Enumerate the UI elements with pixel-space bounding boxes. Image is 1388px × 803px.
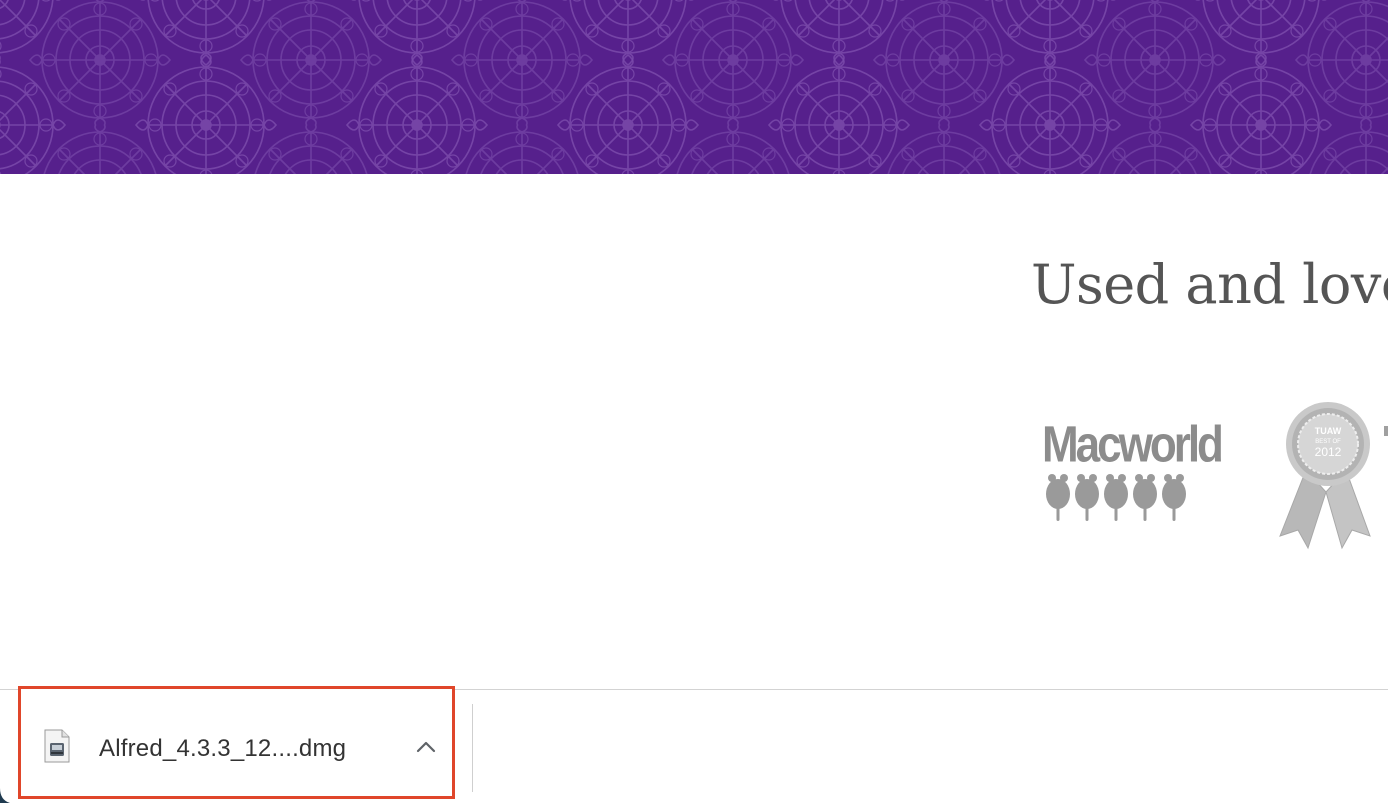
main-content: Used and love Macworld TUAW BEST OF 2012 bbox=[0, 174, 1388, 689]
browser-page: Used and love Macworld TUAW BEST OF 2012… bbox=[0, 0, 1388, 803]
section-headline: Used and love bbox=[1031, 253, 1388, 316]
download-shelf: Alfred_4.3.3_12....dmg bbox=[0, 686, 1388, 803]
download-file-name: Alfred_4.3.3_12....dmg bbox=[99, 735, 347, 762]
header-banner bbox=[0, 0, 1388, 174]
shelf-divider bbox=[472, 704, 473, 792]
disk-image-icon bbox=[44, 729, 70, 763]
chevron-up-icon[interactable] bbox=[413, 734, 439, 760]
cut-off-badge-edge bbox=[1384, 426, 1388, 436]
tuaw-line3: 2012 bbox=[1315, 445, 1342, 459]
macworld-badge: Macworld bbox=[1042, 416, 1224, 528]
tuaw-award-ribbon-icon: TUAW BEST OF 2012 bbox=[1279, 402, 1371, 550]
window-corner bbox=[0, 788, 10, 803]
five-mice-rating-icon bbox=[1046, 474, 1186, 521]
tuaw-line1: TUAW bbox=[1315, 426, 1342, 436]
download-item[interactable]: Alfred_4.3.3_12....dmg bbox=[18, 686, 455, 799]
macworld-logo-text: Macworld bbox=[1042, 416, 1224, 473]
